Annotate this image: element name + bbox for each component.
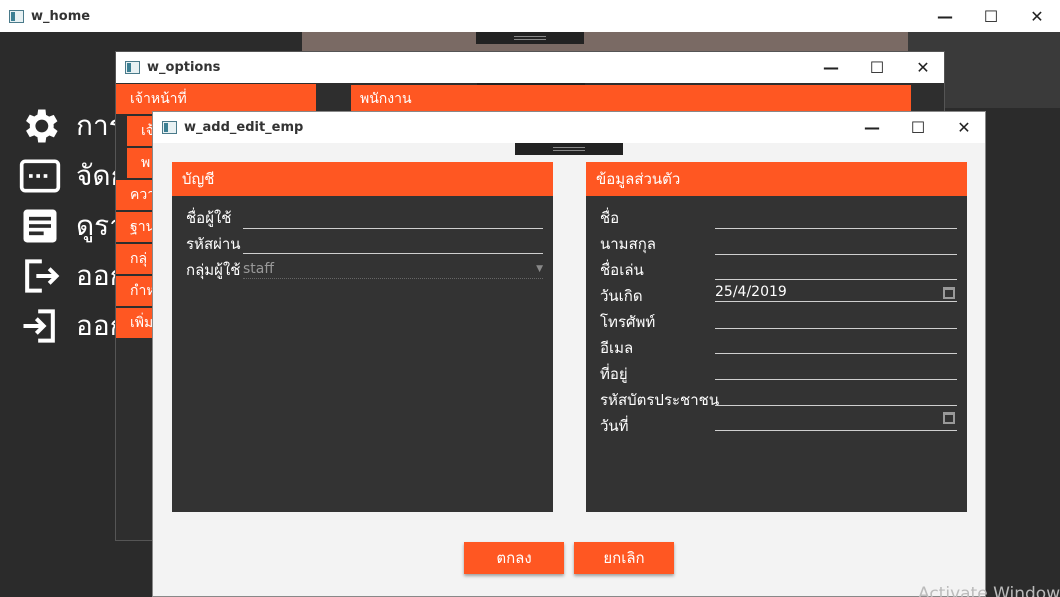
home-title-bar[interactable]: w_home — ☐ ✕ [0, 0, 1060, 32]
tab-staff[interactable]: เจ้าหน้าที่ [116, 84, 316, 114]
side-item-label: กลุ่ [130, 251, 148, 267]
tab-employee[interactable]: พนักงาน [351, 85, 911, 113]
date-input[interactable] [715, 411, 957, 431]
account-panel-header: บัญชี [172, 162, 553, 196]
personal-panel-header: ข้อมูลส่วนตัว [586, 162, 967, 196]
last-name-input[interactable] [715, 235, 957, 255]
email-input[interactable] [715, 334, 957, 354]
app-window-icon [125, 61, 140, 74]
menu-item-logout[interactable]: ออก [18, 254, 127, 298]
minimize-button[interactable]: — [808, 52, 854, 83]
user-group-value: staff [243, 261, 275, 277]
close-button[interactable]: ✕ [1014, 0, 1060, 32]
app-window-icon [162, 121, 177, 134]
app-window-icon [9, 9, 24, 23]
side-item-6[interactable]: เพิ่ม [116, 308, 153, 338]
side-item-label: พ [141, 155, 151, 171]
birthdate-value: 25/4/2019 [715, 284, 787, 300]
keyboard-icon [19, 159, 61, 193]
address-input[interactable] [715, 360, 957, 380]
add-edit-window-title: w_add_edit_emp [184, 120, 304, 135]
nickname-input[interactable] [715, 260, 957, 280]
id-card-label: รหัสบัตรประชาชน [600, 391, 720, 409]
login-icon [23, 309, 55, 343]
personal-panel-title: ข้อมูลส่วนตัว [596, 170, 681, 188]
menu-item-reports[interactable]: ดูรา [18, 204, 125, 248]
side-item-4[interactable]: กลุ่ [116, 244, 153, 274]
calendar-icon[interactable] [943, 287, 955, 299]
password-input[interactable] [243, 234, 543, 254]
side-item-2[interactable]: ควา [116, 180, 155, 210]
options-window-title: w_options [147, 60, 221, 75]
document-icon [23, 209, 57, 243]
home-window-title: w_home [31, 8, 91, 24]
email-label: อีเมล [600, 339, 634, 357]
last-name-label: นามสกุล [600, 235, 656, 253]
ok-button[interactable]: ตกลง [464, 542, 564, 574]
side-item-0[interactable]: เจ้ [127, 116, 154, 146]
close-button[interactable]: ✕ [941, 112, 987, 143]
account-panel-title: บัญชี [182, 170, 215, 188]
menu-item-exit[interactable]: ออก [18, 304, 127, 348]
birthdate-label: วันเกิด [600, 287, 643, 305]
minimize-button[interactable]: — [922, 0, 968, 32]
add-edit-drag-handle[interactable] [515, 143, 623, 155]
user-group-label: กลุ่มผู้ใช้ [186, 261, 241, 279]
user-group-select[interactable]: staff ▼ [243, 259, 543, 279]
options-title-bar[interactable]: w_options — ☐ ✕ [116, 52, 944, 83]
phone-input[interactable] [715, 309, 957, 329]
birthdate-input[interactable]: 25/4/2019 [715, 282, 957, 302]
maximize-button[interactable]: ☐ [895, 112, 941, 143]
username-label: ชื่อผู้ใช้ [186, 209, 232, 227]
maximize-button[interactable]: ☐ [968, 0, 1014, 32]
first-name-input[interactable] [715, 209, 957, 229]
home-drag-handle[interactable] [476, 32, 584, 44]
close-button[interactable]: ✕ [900, 52, 946, 83]
menu-item-manage[interactable]: จัดก [18, 154, 128, 198]
side-item-label: เพิ่ม [130, 315, 154, 331]
password-label: รหัสผ่าน [186, 235, 241, 253]
first-name-label: ชื่อ [600, 209, 620, 227]
id-card-input[interactable] [715, 386, 957, 406]
gear-icon [26, 109, 58, 143]
menu-item-settings[interactable]: การ [18, 104, 124, 148]
nickname-label: ชื่อเล่น [600, 261, 644, 279]
logout-icon [25, 259, 60, 293]
date-label: วันที่ [600, 417, 629, 435]
account-panel: บัญชี ชื่อผู้ใช้ รหัสผ่าน กลุ่มผู้ใช้ st… [172, 162, 553, 512]
tab-employee-label: พนักงาน [360, 91, 412, 107]
tab-staff-label: เจ้าหน้าที่ [130, 91, 187, 107]
side-item-3[interactable]: ฐาน [116, 212, 155, 242]
chevron-down-icon: ▼ [536, 264, 543, 274]
minimize-button[interactable]: — [849, 112, 895, 143]
maximize-button[interactable]: ☐ [854, 52, 900, 83]
username-input[interactable] [243, 209, 543, 229]
personal-panel: ข้อมูลส่วนตัว ชื่อ นามสกุล ชื่อเล่น วันเ… [586, 162, 967, 512]
side-item-5[interactable]: กำห [116, 276, 156, 306]
activate-windows-watermark: Activate Windows [918, 584, 1060, 597]
add-edit-window: w_add_edit_emp — ☐ ✕ บัญชี ชื่อผู้ใช้ รห… [152, 111, 986, 597]
address-label: ที่อยู่ [600, 365, 628, 383]
side-item-1[interactable]: พ [127, 148, 153, 178]
calendar-icon[interactable] [943, 412, 955, 424]
phone-label: โทรศัพท์ [600, 313, 656, 331]
cancel-button[interactable]: ยกเลิก [574, 542, 674, 574]
add-edit-title-bar[interactable]: w_add_edit_emp — ☐ ✕ [153, 112, 985, 143]
